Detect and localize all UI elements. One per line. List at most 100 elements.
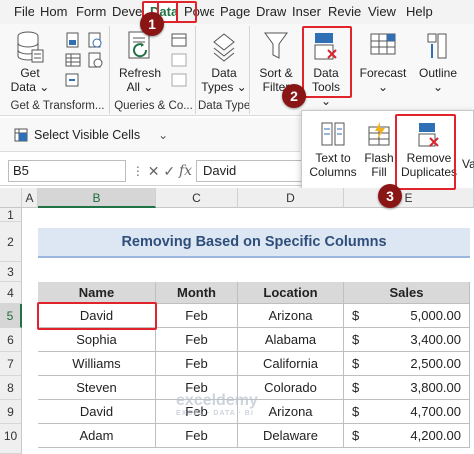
header-location[interactable]: Location — [238, 282, 344, 304]
selected-cell-highlight — [37, 302, 157, 330]
cancel-icon[interactable]: ✕ — [148, 163, 160, 180]
from-web-icon[interactable] — [86, 32, 104, 48]
cell-location[interactable]: Alabama — [238, 328, 344, 352]
row-header-4[interactable]: 4 — [0, 282, 22, 304]
name-box[interactable]: B5 — [8, 160, 126, 182]
sheet-title[interactable]: Removing Based on Specific Columns — [38, 228, 470, 258]
cell-sales[interactable]: $5,000.00 — [344, 304, 470, 328]
row-header-3[interactable]: 3 — [0, 262, 22, 282]
cell-sales[interactable]: $4,200.00 — [344, 424, 470, 448]
column-header-d[interactable]: D — [238, 188, 344, 208]
row-header-8[interactable]: 8 — [0, 376, 22, 400]
column-header-b[interactable]: B — [38, 188, 156, 208]
tab-draw[interactable]: Draw — [250, 0, 286, 24]
cell-sales[interactable]: $3,800.00 — [344, 376, 470, 400]
group-get-transform: Get Data ⌄ Get & Transform... — [6, 26, 110, 114]
tab-page-layout[interactable]: Page — [214, 0, 250, 24]
cell-month[interactable]: Feb — [156, 400, 238, 424]
data-validation-partial[interactable]: Vali — [462, 157, 474, 171]
refresh-all-button[interactable]: Refresh All ⌄ — [116, 30, 164, 94]
flash-fill-icon — [366, 121, 392, 149]
cell-name[interactable]: Adam — [38, 424, 156, 448]
cell-name[interactable]: David — [38, 400, 156, 424]
row-header-1[interactable]: 1 — [0, 208, 22, 222]
edit-links-icon[interactable] — [170, 72, 188, 88]
cell-name[interactable]: Williams — [38, 352, 156, 376]
cell-location[interactable]: Arizona — [238, 400, 344, 424]
customize-icon[interactable]: ⌄ — [158, 128, 168, 142]
tab-formulas[interactable]: Form — [70, 0, 106, 24]
row-header-6[interactable]: 6 — [0, 328, 22, 352]
group-label-data-types: Data Types — [198, 100, 249, 112]
recent-sources-icon[interactable] — [86, 52, 104, 68]
outline-label-1: Outline — [418, 66, 458, 80]
row-header-9[interactable]: 9 — [0, 400, 22, 424]
cell-location[interactable]: Colorado — [238, 376, 344, 400]
database-icon — [16, 30, 44, 64]
worksheet-grid: A B C D E 1 2 3 4 5 6 7 8 9 10 Removing … — [0, 188, 474, 454]
insert-function-icon[interactable]: fx — [179, 163, 192, 179]
text-to-columns-label-1: Text to — [315, 151, 351, 165]
flash-fill-label-1: Flash — [364, 151, 394, 165]
quick-access-row: Select Visible Cells ⌄ — [0, 118, 300, 152]
cell-sales[interactable]: $3,400.00 — [344, 328, 470, 352]
cell-sales[interactable]: $4,700.00 — [344, 400, 470, 424]
tab-view[interactable]: View — [362, 0, 400, 24]
tab-insert[interactable]: Inser — [286, 0, 322, 24]
cell-month[interactable]: Feb — [156, 352, 238, 376]
text-to-columns-icon — [320, 121, 346, 149]
row-header-2[interactable]: 2 — [0, 222, 22, 262]
header-month[interactable]: Month — [156, 282, 238, 304]
remove-duplicates-highlight — [395, 114, 456, 190]
cell-location[interactable]: Delaware — [238, 424, 344, 448]
tab-help[interactable]: Help — [400, 0, 440, 24]
existing-connections-icon[interactable] — [64, 72, 82, 88]
cell-name[interactable]: Steven — [38, 376, 156, 400]
forecast-button[interactable]: Forecast ⌄ — [356, 30, 410, 94]
column-header-a[interactable]: A — [22, 188, 38, 208]
data-types-label-2: Types ⌄ — [201, 80, 247, 94]
sales-value: 3,800.00 — [410, 380, 461, 395]
callout-badge-1: 1 — [140, 12, 164, 36]
flash-fill-button[interactable]: Flash Fill — [360, 121, 398, 179]
select-visible-cells-label[interactable]: Select Visible Cells — [34, 128, 140, 142]
select-all-corner[interactable] — [0, 188, 22, 208]
cell-location[interactable]: Arizona — [238, 304, 344, 328]
cell-month[interactable]: Feb — [156, 304, 238, 328]
tab-developer[interactable]: Deve — [106, 0, 142, 24]
cell-month[interactable]: Feb — [156, 376, 238, 400]
data-types-button[interactable]: Data Types ⌄ — [200, 30, 248, 94]
text-to-columns-button[interactable]: Text to Columns — [308, 121, 358, 179]
outline-button[interactable]: Outline ⌄ — [414, 30, 462, 94]
header-name[interactable]: Name — [38, 282, 156, 304]
row-header-7[interactable]: 7 — [0, 352, 22, 376]
cell-name[interactable]: Sophia — [38, 328, 156, 352]
filter-icon — [262, 30, 290, 64]
data-types-label-1: Data — [211, 66, 237, 80]
column-header-e[interactable]: E — [344, 188, 474, 208]
row-header-5[interactable]: 5 — [0, 304, 22, 328]
from-table-icon[interactable] — [64, 52, 82, 68]
queries-connections-icon[interactable] — [170, 32, 188, 48]
properties-icon[interactable] — [170, 52, 188, 68]
cell-month[interactable]: Feb — [156, 328, 238, 352]
cell-month[interactable]: Feb — [156, 424, 238, 448]
forecast-label-1: Forecast — [359, 66, 407, 80]
currency-symbol: $ — [352, 428, 360, 443]
tab-review[interactable]: Revie — [322, 0, 362, 24]
sort-filter-label-1: Sort & — [259, 66, 293, 80]
header-sales[interactable]: Sales — [344, 282, 470, 304]
cell-location[interactable]: California — [238, 352, 344, 376]
select-visible-cells-icon[interactable] — [14, 128, 28, 142]
row-header-10[interactable]: 10 — [0, 424, 22, 454]
tab-file[interactable]: File — [0, 0, 34, 24]
tab-home[interactable]: Hom — [34, 0, 70, 24]
group-label-get-transform: Get & Transform... — [10, 100, 105, 112]
from-text-icon[interactable] — [64, 32, 82, 48]
get-data-button[interactable]: Get Data ⌄ — [10, 30, 50, 94]
enter-icon[interactable]: ✓ — [163, 163, 175, 180]
currency-symbol: $ — [352, 332, 360, 347]
cell-sales[interactable]: $2,500.00 — [344, 352, 470, 376]
group-queries: Refresh All ⌄ Queries & Co... — [112, 26, 196, 114]
column-header-c[interactable]: C — [156, 188, 238, 208]
